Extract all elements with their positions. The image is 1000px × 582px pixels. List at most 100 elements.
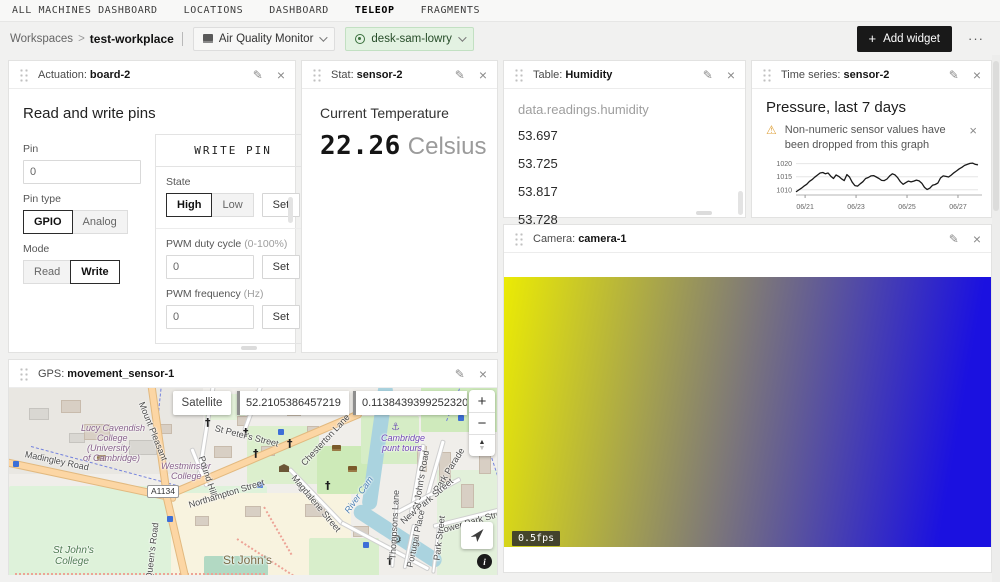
widget-name: sensor-2: [844, 69, 890, 81]
set-pwm-duty-button[interactable]: Set: [262, 255, 301, 279]
map-labels: Mount PleasantLucy CavendishCollege(Univ…: [9, 388, 497, 575]
close-icon[interactable]: ×: [973, 231, 981, 247]
widget-stat: Stat:sensor-2 ✎ × Current Temperature 22…: [301, 60, 498, 353]
actuation-heading: Read and write pins: [23, 105, 281, 122]
navigate-icon: [471, 529, 484, 542]
drag-handle-icon[interactable]: [762, 68, 772, 82]
drag-handle-icon[interactable]: [19, 68, 29, 82]
edit-icon[interactable]: ✎: [455, 68, 465, 82]
edit-icon[interactable]: ✎: [253, 68, 263, 82]
edit-icon[interactable]: ✎: [455, 367, 465, 381]
close-icon[interactable]: ×: [479, 366, 487, 382]
pwm-freq-input[interactable]: [166, 305, 254, 329]
widget-type-label: Stat:: [331, 69, 354, 81]
mode-label: Mode: [23, 243, 141, 255]
widget-actuation: Actuation:board-2 ✎ × Read and write pin…: [8, 60, 296, 353]
svg-text:06/23: 06/23: [847, 204, 865, 211]
more-menu-button[interactable]: ···: [968, 31, 984, 46]
pwm-duty-input[interactable]: [166, 255, 254, 279]
mode-write-button[interactable]: Write: [70, 260, 119, 284]
breadcrumb-cursor: [182, 32, 183, 46]
drag-handle-icon[interactable]: [514, 68, 524, 82]
svg-text:1010: 1010: [776, 187, 792, 194]
gps-map[interactable]: ††††††⚓⚙ Mount PleasantLucy CavendishCol…: [9, 388, 497, 575]
scrollbar-thumb[interactable]: [288, 197, 293, 223]
map-label: New Park Street: [399, 477, 455, 526]
zoom-out-button[interactable]: −: [469, 412, 495, 434]
humidity-rows: 53.69753.72553.81753.728: [518, 121, 731, 233]
map-label: Lucy Cavendish: [81, 424, 145, 433]
map-label: Thompsons Lane: [389, 490, 402, 560]
resize-handle[interactable]: [241, 346, 257, 350]
svg-text:06/27: 06/27: [949, 204, 967, 211]
longitude-input[interactable]: 0.11384393992523201: [353, 391, 467, 415]
widget-timeseries: Time series:sensor-2 ✎ × Pressure, last …: [751, 60, 992, 218]
warning-text: Non-numeric sensor values have been drop…: [785, 123, 953, 153]
top-nav: ALL MACHINES DASHBOARD LOCATIONS DASHBOARD…: [0, 0, 1000, 22]
breadcrumb-workspaces[interactable]: Workspaces: [10, 33, 73, 45]
add-widget-button[interactable]: + Add widget: [857, 26, 953, 52]
svg-text:06/21: 06/21: [796, 204, 814, 211]
nav-item[interactable]: LOCATIONS: [184, 5, 244, 16]
info-button[interactable]: i: [477, 554, 492, 569]
dismiss-warning-icon[interactable]: ×: [969, 123, 977, 138]
zoom-in-button[interactable]: +: [469, 390, 495, 412]
pin-type-analog-button[interactable]: Analog: [72, 210, 128, 234]
compass-button[interactable]: ▲ ▼: [469, 434, 495, 456]
widget-table: Table:Humidity ✎ × data.readings.humidit…: [503, 60, 746, 218]
set-pwm-freq-button[interactable]: Set: [262, 305, 301, 329]
write-pin-header: WRITE PIN: [156, 135, 310, 167]
latitude-input[interactable]: 52.2105386457219: [237, 391, 349, 415]
breadcrumb: Workspaces > test-workplace: [10, 32, 183, 46]
pin-input[interactable]: [23, 160, 141, 184]
nav-item[interactable]: ALL MACHINES DASHBOARD: [12, 5, 158, 16]
map-label: punt tours: [382, 444, 422, 453]
page-scrollbar[interactable]: [992, 55, 1000, 582]
map-label: (University: [87, 444, 130, 453]
map-label: College: [171, 472, 202, 481]
state-low-button[interactable]: Low: [211, 193, 253, 217]
scrollbar-thumb[interactable]: [738, 191, 743, 215]
map-label: College: [97, 434, 128, 443]
location-select[interactable]: Air Quality Monitor: [193, 27, 336, 51]
chevron-down-icon: [458, 33, 466, 41]
map-label: Park Street: [433, 515, 447, 561]
nav-item[interactable]: TELEOP: [355, 5, 395, 16]
widget-type-label: Camera:: [533, 233, 575, 245]
stat-value: 22.26: [320, 131, 401, 161]
pwm-duty-label: PWM duty cycle (0-100%): [166, 238, 300, 250]
pin-type-gpio-button[interactable]: GPIO: [23, 210, 73, 234]
map-label: St Peter's Street: [214, 424, 279, 449]
widget-name: camera-1: [578, 233, 626, 245]
set-state-button[interactable]: Set: [262, 193, 301, 217]
locate-button[interactable]: [461, 522, 493, 549]
map-label: of Cambridge): [83, 454, 140, 463]
breadcrumb-current[interactable]: test-workplace: [90, 32, 174, 46]
resize-handle[interactable]: [696, 211, 712, 215]
close-icon[interactable]: ×: [973, 67, 981, 83]
close-icon[interactable]: ×: [727, 67, 735, 83]
widget-camera: Camera:camera-1 ✎ × 0.5fps: [503, 224, 992, 573]
satellite-toggle-button[interactable]: Satellite: [173, 391, 231, 415]
edit-icon[interactable]: ✎: [949, 68, 959, 82]
nav-item[interactable]: FRAGMENTS: [421, 5, 481, 16]
toolbar: Workspaces > test-workplace Air Quality …: [0, 22, 1000, 55]
edit-icon[interactable]: ✎: [703, 68, 713, 82]
close-icon[interactable]: ×: [277, 67, 285, 83]
write-pin-panel: WRITE PIN State High Low Set PWM duty cy…: [155, 134, 311, 344]
state-high-button[interactable]: High: [166, 193, 212, 217]
table-column-header: data.readings.humidity: [518, 89, 731, 121]
drag-handle-icon[interactable]: [19, 367, 29, 381]
machine-select[interactable]: desk-sam-lowry: [345, 27, 474, 51]
map-label: Madingley Road: [24, 450, 89, 472]
drag-handle-icon[interactable]: [312, 68, 322, 82]
pwm-freq-label: PWM frequency (Hz): [166, 288, 300, 300]
map-label: Northampton Street: [188, 478, 266, 510]
close-icon[interactable]: ×: [479, 67, 487, 83]
table-row: 53.817: [518, 177, 731, 205]
nav-item[interactable]: DASHBOARD: [269, 5, 329, 16]
edit-icon[interactable]: ✎: [949, 232, 959, 246]
drag-handle-icon[interactable]: [514, 232, 524, 246]
mode-read-button[interactable]: Read: [23, 260, 71, 284]
plus-icon: +: [869, 32, 877, 45]
